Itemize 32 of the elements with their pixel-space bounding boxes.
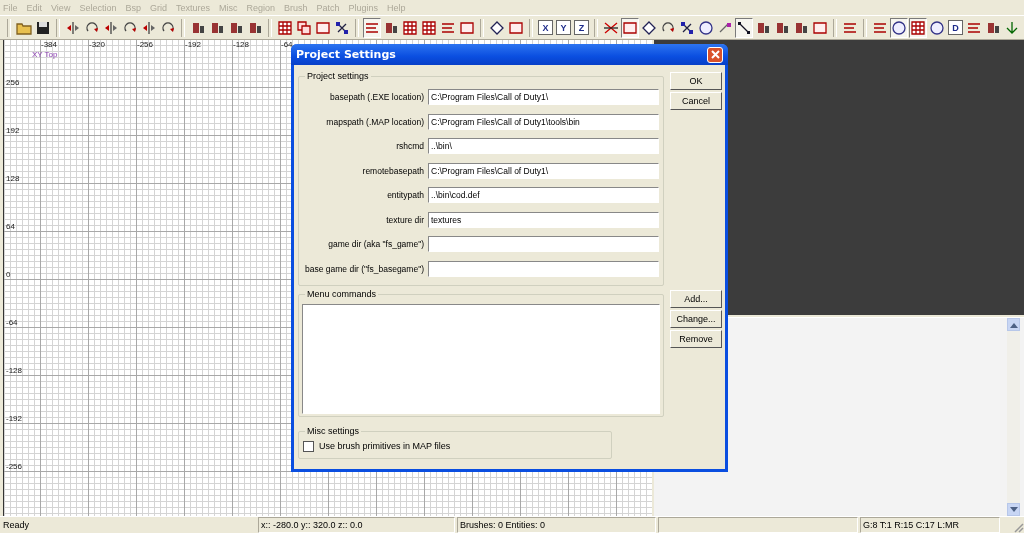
axis-label: 64 xyxy=(6,222,15,231)
group-title: Misc settings xyxy=(305,425,361,436)
axis-label: -128 xyxy=(233,40,249,49)
axis-label: 256 xyxy=(6,78,20,87)
dialog-title: Project Settings xyxy=(296,48,396,61)
field-label: remotebasepath xyxy=(361,165,424,176)
axis-label: -320 xyxy=(89,40,105,49)
status-text: G:8 T:1 R:15 C:17 L:MR xyxy=(860,517,1000,533)
axis-label: 128 xyxy=(6,174,20,183)
status-text: Brushes: 0 Entities: 0 xyxy=(457,517,656,533)
axis-label: -384 xyxy=(41,40,57,49)
axis-label: -256 xyxy=(137,40,153,49)
field-label: texture dir xyxy=(385,214,424,225)
axis-label: -192 xyxy=(185,40,201,49)
field-label: basepath (.EXE location) xyxy=(328,92,424,102)
axis-label: -64 xyxy=(281,40,293,49)
group-title: Menu commands xyxy=(305,288,379,299)
field-label: game dir (aka "fs_game") xyxy=(327,239,424,249)
field-label: rshcmd xyxy=(395,141,424,151)
status-text: x:: -280.0 y:: 320.0 z:: 0.0 xyxy=(258,517,455,533)
axis-label: 192 xyxy=(6,126,20,135)
status-text: Ready xyxy=(2,519,30,532)
axis-label: -256 xyxy=(6,462,22,471)
group-title: Project settings xyxy=(305,71,371,81)
field-label: base game dir ("fs_basegame") xyxy=(304,263,424,274)
axis-label: 0 xyxy=(6,270,11,279)
field-label: mapspath (.MAP location) xyxy=(325,116,424,127)
axis-label: -128 xyxy=(6,366,22,375)
axis-label: -64 xyxy=(6,318,18,327)
field-label: entitypath xyxy=(386,190,424,200)
viewport-title: XY Top xyxy=(32,50,58,59)
axis-label: -192 xyxy=(6,414,22,423)
